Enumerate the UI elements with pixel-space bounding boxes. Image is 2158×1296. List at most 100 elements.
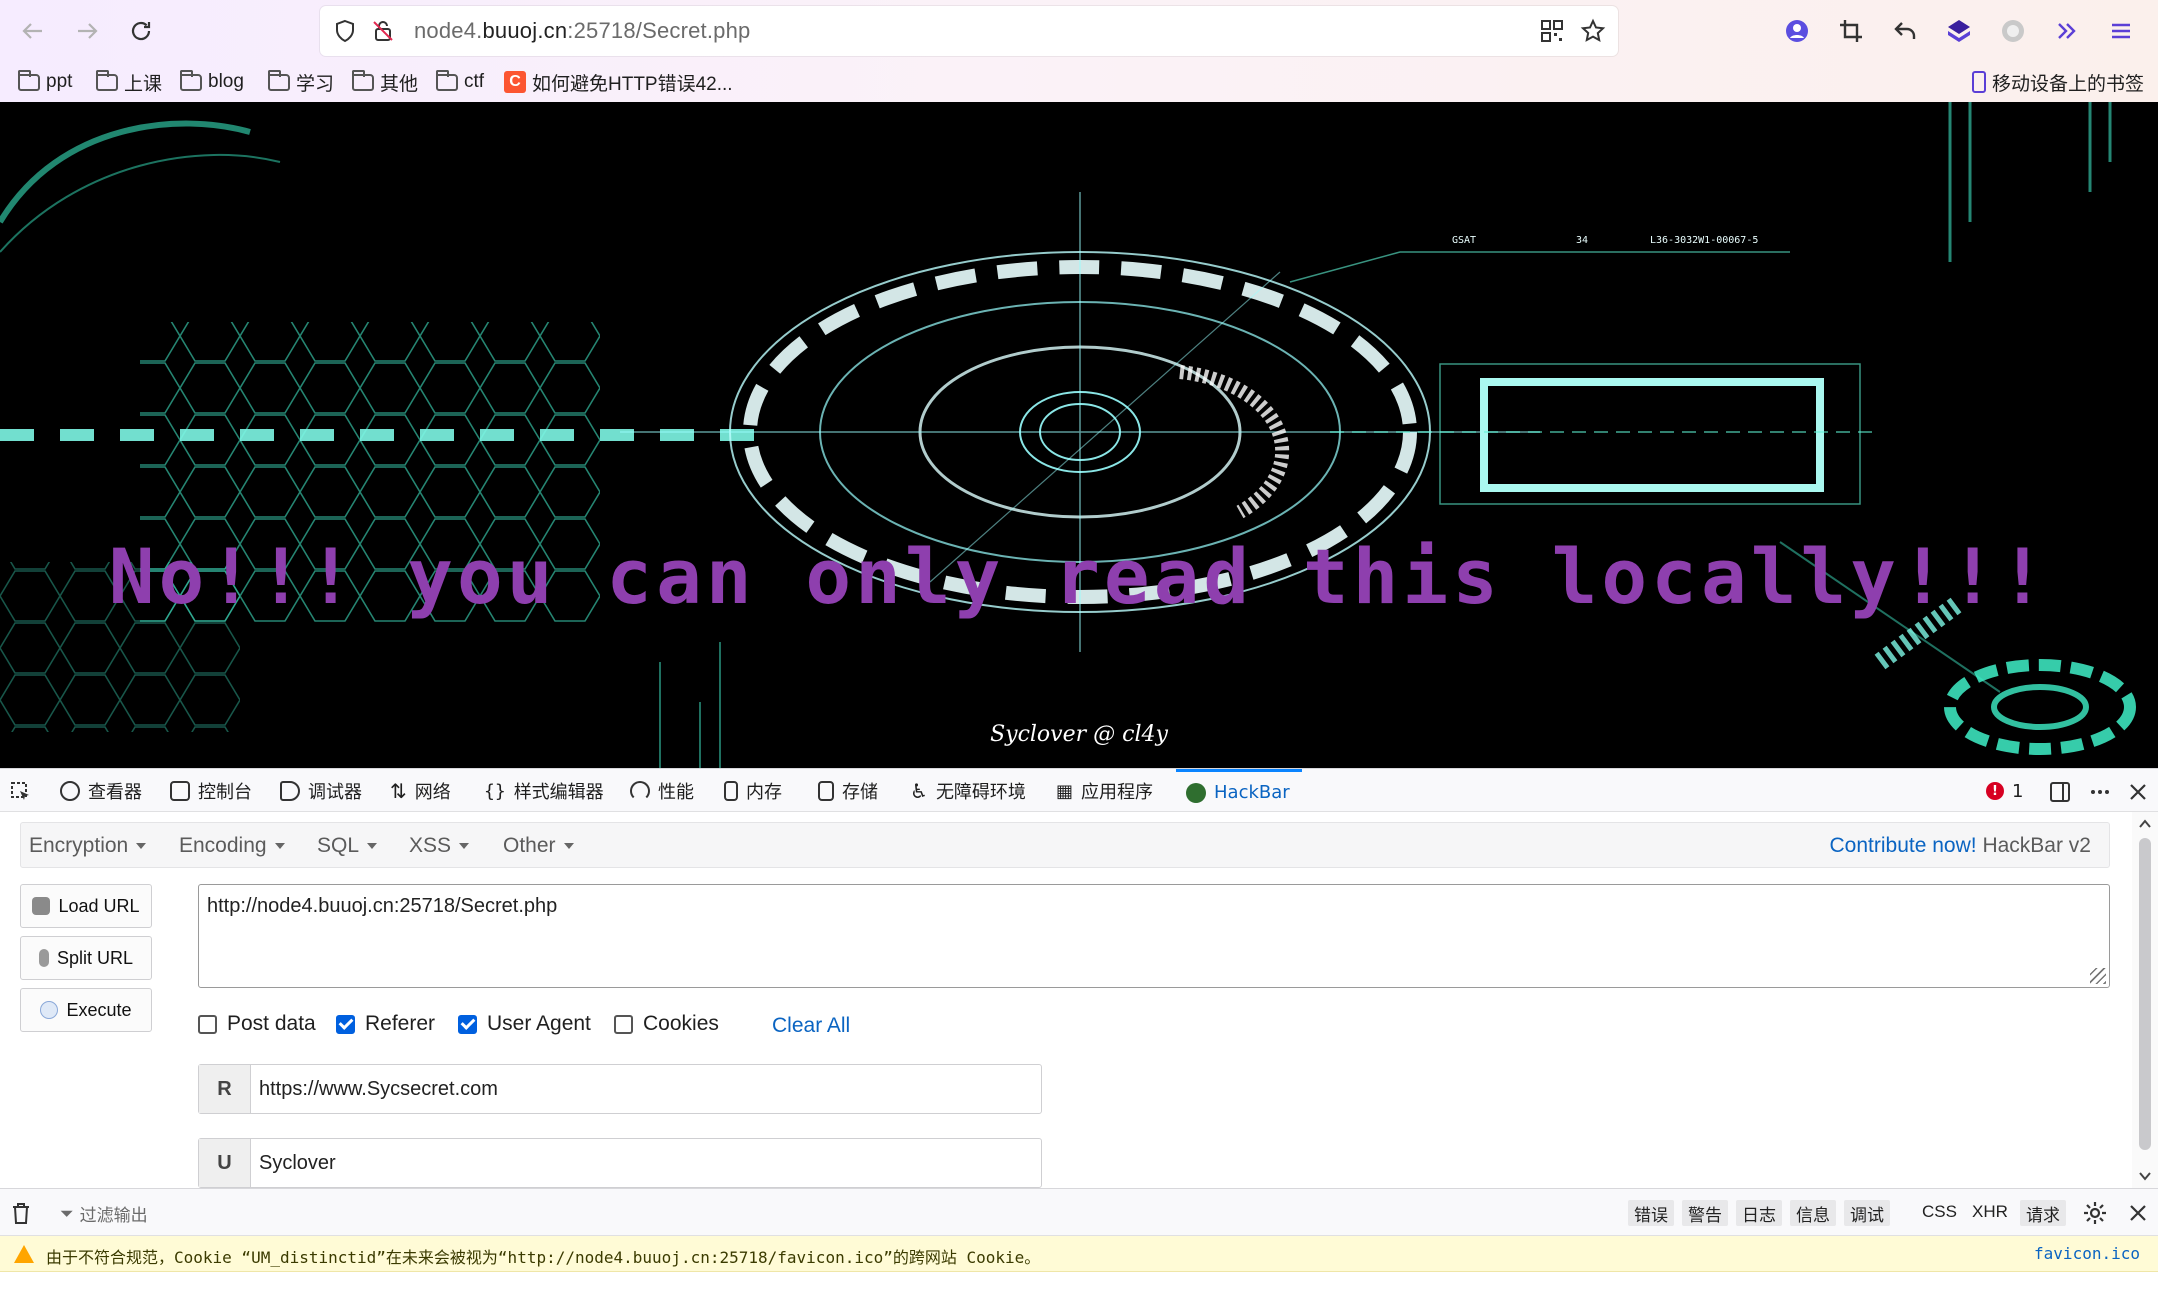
- console-warning-row: 由于不符合规范，Cookie “UM_distinctid”在未来会被视为“ht…: [0, 1236, 2158, 1272]
- option-post-data[interactable]: Post data: [198, 1012, 316, 1036]
- page-signature: Syclover @ cl4y: [990, 722, 1168, 747]
- arrow-left-icon: [22, 23, 42, 39]
- hud-background-graphic: GSAT 34 L36-3032W1-00067-5: [0, 102, 2136, 768]
- filter-css[interactable]: CSS: [1922, 1202, 1957, 1222]
- tab-performance[interactable]: 性能: [630, 769, 694, 813]
- arrow-right-icon: [78, 23, 98, 39]
- tab-hackbar[interactable]: HackBar: [1176, 769, 1302, 813]
- load-url-button[interactable]: Load URL: [20, 884, 152, 928]
- menu-encryption[interactable]: Encryption: [29, 834, 147, 858]
- bookmark-folder-ctf[interactable]: ctf: [436, 68, 484, 96]
- folder-icon: [268, 69, 290, 91]
- error-counter[interactable]: ! 1: [1986, 769, 2023, 813]
- bookmark-folder-ppt[interactable]: ppt: [18, 68, 72, 96]
- more-options-icon[interactable]: [2088, 780, 2112, 804]
- menu-sql[interactable]: SQL: [317, 834, 378, 858]
- url-textarea[interactable]: http://node4.buuoj.cn:25718/Secret.php: [198, 884, 2110, 988]
- bookmark-folder-blog[interactable]: blog: [180, 68, 244, 96]
- tab-network[interactable]: ⇅ 网络: [390, 769, 451, 813]
- user-agent-input[interactable]: Syclover: [251, 1139, 336, 1187]
- insecure-lock-icon[interactable]: [370, 18, 396, 44]
- back-button[interactable]: [14, 12, 52, 50]
- execute-button[interactable]: Execute: [20, 988, 152, 1032]
- page-content: GSAT 34 L36-3032W1-00067-5 No!!! you can…: [0, 102, 2158, 768]
- shield-icon[interactable]: [332, 18, 358, 44]
- bookmarks-bar: ppt 上课 blog 学习 其他 ctf C 如何避免HTTP错误42... …: [0, 62, 2158, 102]
- tab-console[interactable]: 控制台: [170, 769, 252, 813]
- caret-down-icon: [136, 843, 147, 850]
- hackbar-menubar: Encryption Encoding SQL XSS Other Contri…: [20, 822, 2110, 868]
- resize-grip-icon[interactable]: [2090, 968, 2106, 984]
- bookmark-folder-shangke[interactable]: 上课: [96, 68, 162, 96]
- url-text[interactable]: node4.buuoj.cn:25718/Secret.php: [414, 18, 750, 44]
- tab-debugger[interactable]: 调试器: [280, 769, 362, 813]
- tab-memory[interactable]: 内存: [724, 769, 782, 813]
- caret-down-icon: [459, 843, 470, 850]
- filter-info[interactable]: 信息: [1790, 1200, 1836, 1226]
- dock-toggle-icon[interactable]: [2048, 780, 2072, 804]
- contribute-link[interactable]: Contribute now!: [1830, 834, 1977, 857]
- filter-warnings[interactable]: 警告: [1682, 1200, 1728, 1226]
- close-console-icon[interactable]: [2126, 1201, 2150, 1225]
- settings-gear-icon[interactable]: [2082, 1200, 2108, 1226]
- page-headline: No!!! you can only read this locally!!!: [108, 532, 2050, 621]
- warning-source-link[interactable]: favicon.ico: [2034, 1244, 2140, 1263]
- user-agent-checkbox[interactable]: [458, 1014, 477, 1034]
- split-url-button[interactable]: Split URL: [20, 936, 152, 980]
- tab-storage[interactable]: 存储: [818, 769, 878, 813]
- tab-application[interactable]: ▦ 应用程序: [1056, 769, 1153, 813]
- scroll-down-icon[interactable]: [2138, 1170, 2152, 1182]
- extension-circle-icon[interactable]: [2000, 18, 2026, 44]
- option-referer[interactable]: Referer: [336, 1012, 435, 1036]
- bookmark-mobile[interactable]: 移动设备上的书签: [1971, 68, 2144, 96]
- overflow-chevrons-icon[interactable]: [2054, 18, 2080, 44]
- scrollbar-thumb[interactable]: [2139, 838, 2151, 1150]
- user-agent-field[interactable]: U Syclover: [198, 1138, 1042, 1188]
- filter-debug[interactable]: 调试: [1844, 1200, 1890, 1226]
- menu-encoding[interactable]: Encoding: [179, 834, 285, 858]
- star-icon[interactable]: [1580, 18, 1606, 44]
- tab-inspector[interactable]: 查看器: [60, 769, 142, 813]
- close-devtools-icon[interactable]: [2126, 780, 2150, 804]
- devtools-tabbar: 查看器 控制台 调试器 ⇅ 网络 {} 样式编辑器 性能 内存 存储 ♿ 无障碍环境 …: [0, 768, 2158, 812]
- bookmark-folder-qita[interactable]: 其他: [352, 68, 418, 96]
- address-bar[interactable]: node4.buuoj.cn:25718/Secret.php: [320, 6, 1618, 56]
- hackbar-scrollbar[interactable]: [2132, 812, 2158, 1188]
- qr-code-icon[interactable]: [1540, 19, 1564, 43]
- caret-down-icon: [274, 843, 285, 850]
- post-data-checkbox[interactable]: [198, 1014, 217, 1034]
- scroll-up-icon[interactable]: [2138, 818, 2152, 830]
- tab-accessibility[interactable]: ♿ 无障碍环境: [910, 769, 1026, 813]
- extension-cube-icon[interactable]: [1946, 18, 1972, 44]
- referer-checkbox[interactable]: [336, 1014, 355, 1034]
- clear-all-link[interactable]: Clear All: [772, 1014, 850, 1038]
- filter-logs[interactable]: 日志: [1736, 1200, 1782, 1226]
- undo-icon[interactable]: [1892, 18, 1918, 44]
- filter-requests[interactable]: 请求: [2020, 1200, 2066, 1226]
- option-user-agent[interactable]: User Agent: [458, 1012, 591, 1036]
- filter-xhr[interactable]: XHR: [1972, 1202, 2008, 1222]
- element-picker-icon[interactable]: [10, 781, 32, 803]
- folder-icon: [18, 69, 40, 91]
- filter-errors[interactable]: 错误: [1628, 1200, 1674, 1226]
- referer-input[interactable]: https://www.Sycsecret.com: [251, 1065, 498, 1113]
- hamburger-menu-icon[interactable]: [2108, 18, 2134, 44]
- bookmark-http-error[interactable]: C 如何避免HTTP错误42...: [504, 68, 733, 96]
- forward-button[interactable]: [68, 12, 106, 50]
- folder-icon: [436, 69, 458, 91]
- account-icon[interactable]: [1784, 18, 1810, 44]
- menu-other[interactable]: Other: [503, 834, 574, 858]
- cookies-checkbox[interactable]: [614, 1014, 633, 1034]
- trash-icon[interactable]: [10, 1201, 32, 1225]
- menu-xss[interactable]: XSS: [409, 834, 470, 858]
- reload-button[interactable]: [122, 12, 160, 50]
- referer-tag: R: [199, 1065, 251, 1113]
- tab-style-editor[interactable]: {} 样式编辑器: [484, 769, 604, 813]
- filter-output-input[interactable]: ⏷ 过滤输出: [60, 1201, 148, 1227]
- execute-icon: [40, 1001, 59, 1019]
- referer-field[interactable]: R https://www.Sycsecret.com: [198, 1064, 1042, 1114]
- caret-down-icon: [563, 843, 574, 850]
- option-cookies[interactable]: Cookies: [614, 1012, 719, 1036]
- bookmark-folder-xuexi[interactable]: 学习: [268, 68, 334, 96]
- crop-icon[interactable]: [1838, 18, 1864, 44]
